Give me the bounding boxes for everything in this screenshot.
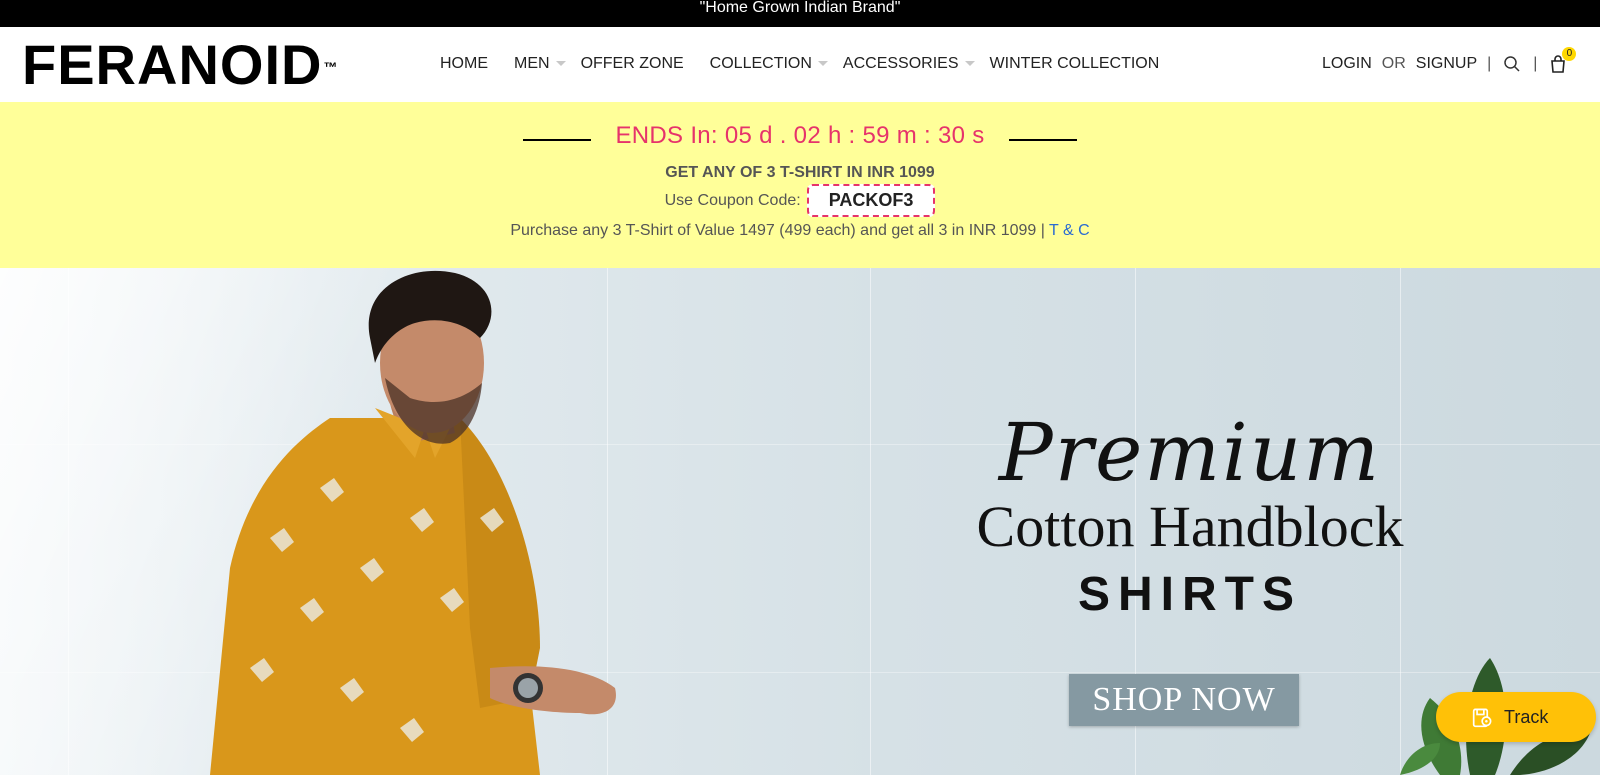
coupon-row: Use Coupon Code: PACKOF3	[0, 184, 1600, 217]
offer-banner: ENDS In: 05 d . 02 h : 59 m : 30 s GET A…	[0, 102, 1600, 268]
separator: |	[1487, 55, 1492, 72]
announcement-text: "Home Grown Indian Brand"	[699, 0, 901, 16]
or-text: OR	[1381, 55, 1406, 72]
terms-text: Purchase any 3 T-Shirt of Value 1497 (49…	[510, 222, 1045, 239]
coupon-label: Use Coupon Code:	[664, 191, 801, 209]
divider-line	[1008, 139, 1077, 141]
nav-label: MEN	[514, 55, 550, 72]
logo-text: FERANOID	[22, 33, 323, 96]
offer-headline: GET ANY OF 3 T-SHIRT IN INR 1099	[665, 164, 935, 181]
wall-seam	[68, 268, 69, 775]
countdown-text: ENDS In: 05 d . 02 h : 59 m : 30 s	[615, 122, 985, 149]
chevron-down-icon	[555, 60, 566, 66]
cart-icon[interactable]: 0	[1547, 47, 1577, 75]
coupon-code[interactable]: PACKOF3	[806, 184, 936, 217]
nav-item-accessories[interactable]: ACCESSORIES	[843, 55, 975, 73]
offer-terms: Purchase any 3 T-Shirt of Value 1497 (49…	[0, 222, 1600, 240]
account-links: LOGIN OR SIGNUP | | 0	[1322, 47, 1577, 75]
track-label: Track	[1504, 706, 1549, 727]
nav-label: ACCESSORIES	[842, 55, 959, 72]
nav-item-winter-collection[interactable]: WINTER COLLECTION	[990, 55, 1160, 73]
nav-item-offer-zone[interactable]: OFFER ZONE	[581, 55, 684, 73]
nav-item-home[interactable]: HOME	[440, 55, 488, 73]
cart-count-badge: 0	[1562, 47, 1577, 61]
chevron-down-icon	[817, 60, 828, 66]
search-icon[interactable]	[1501, 53, 1523, 75]
model-image	[210, 270, 616, 775]
divider-line	[523, 139, 592, 141]
nav-label: OFFER ZONE	[580, 55, 684, 72]
terms-link[interactable]: T & C	[1049, 222, 1090, 239]
hero-subtitle: Cotton Handblock	[976, 494, 1404, 559]
hero-title: SHIRTS	[1077, 568, 1302, 621]
site-header: FERANOID™ HOME MEN OFFER ZONE COLLECTION…	[0, 27, 1600, 102]
nav-item-collection[interactable]: COLLECTION	[710, 55, 828, 73]
shop-now-button[interactable]: SHOP NOW	[1069, 674, 1299, 726]
track-order-button[interactable]: Track	[1436, 692, 1596, 742]
hero-banner[interactable]: Premium Cotton Handblock SHIRTS SHOP NOW	[0, 268, 1600, 775]
brand-logo[interactable]: FERANOID™	[22, 37, 338, 93]
hero-copy: Premium Cotton Handblock SHIRTS	[900, 413, 1480, 622]
nav-label: HOME	[440, 55, 488, 72]
nav-item-men[interactable]: MEN	[514, 55, 566, 73]
chevron-down-icon	[964, 60, 975, 66]
announcement-bar: "Home Grown Indian Brand"	[0, 0, 1600, 27]
main-nav: HOME MEN OFFER ZONE COLLECTION ACCESSORI…	[440, 55, 1185, 73]
hero-script-title: Premium	[998, 406, 1382, 499]
nav-label: WINTER COLLECTION	[989, 55, 1160, 72]
login-link[interactable]: LOGIN	[1322, 55, 1372, 73]
nav-label: COLLECTION	[709, 55, 812, 72]
logo-trademark: ™	[323, 59, 339, 75]
track-icon	[1472, 706, 1494, 728]
signup-link[interactable]: SIGNUP	[1416, 55, 1477, 73]
wall-seam	[870, 268, 871, 775]
countdown: ENDS In: 05 d . 02 h : 59 m : 30 s	[0, 122, 1600, 150]
separator: |	[1533, 55, 1538, 72]
